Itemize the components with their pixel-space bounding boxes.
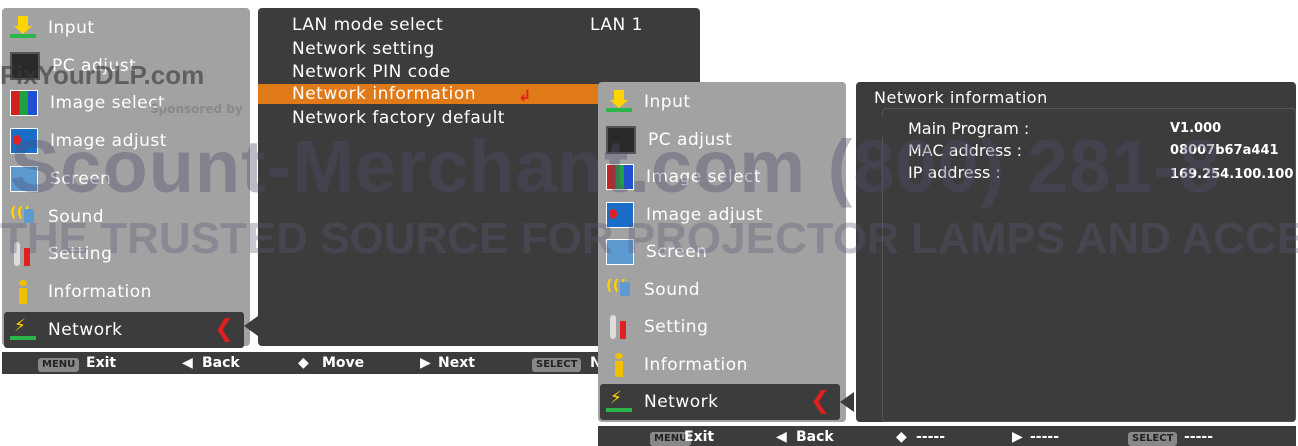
help-bar-left: MENU Exit ◀ Back ◆ Move ▶ Next SELECT N <box>2 352 602 374</box>
left-menu-item-label: Input <box>48 18 95 38</box>
submenu-item-lan-mode-select[interactable]: LAN mode select <box>292 15 443 35</box>
screen-icon <box>606 239 634 265</box>
setting-icon <box>606 315 632 339</box>
right-menu-item-setting[interactable]: Setting <box>600 309 840 345</box>
left-menu-item-label: Network <box>48 319 123 340</box>
right-menu-item-label: Image adjust <box>646 204 763 225</box>
right-menu-item-label: Setting <box>644 317 709 337</box>
left-menu-item-label: Sound <box>48 206 105 227</box>
help-back-label: Back <box>202 355 240 371</box>
info-main-program-value: V1.000 <box>1170 121 1222 136</box>
help-exit-label: Exit <box>684 429 715 445</box>
info-title: Network information <box>874 88 1048 107</box>
network-icon <box>10 316 36 342</box>
right-menu-item-information[interactable]: Information <box>600 347 840 383</box>
info-pointer <box>870 116 884 136</box>
left-menu-item-input[interactable]: Input <box>4 10 244 46</box>
left-menu-item-information[interactable]: Information <box>4 274 244 310</box>
menu-pointer <box>840 392 854 412</box>
input-icon <box>10 16 36 40</box>
submenu-item-network-pin-code[interactable]: Network PIN code <box>292 62 451 82</box>
next-arrow-icon: ▶ <box>1012 429 1023 445</box>
setting-icon <box>10 242 36 267</box>
help-next-label: ----- <box>1030 429 1060 445</box>
enter-arrow-icon: ↲ <box>518 86 532 105</box>
help-move-label: ----- <box>916 429 946 445</box>
left-menu-item-label: Setting <box>48 244 113 265</box>
left-menu-item-pc-adjust[interactable]: PC adjust <box>4 48 244 84</box>
image-adjust-icon <box>606 201 634 228</box>
information-icon <box>606 352 632 377</box>
info-ip-address-value: 169.254.100.100 <box>1170 167 1294 182</box>
left-menu-item-label: Image adjust <box>50 131 167 152</box>
right-menu-item-label: Information <box>644 354 748 375</box>
screen-icon <box>10 165 38 192</box>
selected-arrow-icon: ❮ <box>810 386 831 414</box>
right-menu-item-screen[interactable]: Screen <box>600 234 840 270</box>
submenu-pointer <box>244 316 258 336</box>
sound-icon <box>606 278 632 302</box>
right-menu-item-label: Image select <box>646 167 762 187</box>
right-menu-item-sound[interactable]: Sound <box>600 272 840 308</box>
left-menu-item-sound[interactable]: Sound <box>4 199 244 235</box>
sound-icon <box>10 205 36 229</box>
left-menu-item-screen[interactable]: Screen <box>4 161 244 197</box>
left-menu-item-label: Image select <box>50 93 166 114</box>
submenu-item-network-information[interactable]: Network information <box>292 84 476 104</box>
right-menu-item-input[interactable]: Input <box>600 84 840 120</box>
select-key-icon: SELECT <box>1128 432 1178 446</box>
right-menu-item-label: PC adjust <box>648 129 733 150</box>
right-menu-item-label: Sound <box>644 279 701 300</box>
left-menu-item-image-adjust[interactable]: Image adjust <box>4 123 244 159</box>
right-menu-item-pc-adjust[interactable]: PC adjust <box>600 122 840 158</box>
left-menu-item-label: Screen <box>50 168 112 189</box>
select-key-icon: SELECT <box>532 358 582 372</box>
submenu-item-network-factory-default[interactable]: Network factory default <box>292 108 505 128</box>
left-menu-item-label: PC adjust <box>52 55 137 76</box>
info-ip-address-label: IP address : <box>908 163 1001 182</box>
lan-mode-value: LAN 1 <box>590 15 643 35</box>
next-arrow-icon: ▶ <box>420 355 431 371</box>
help-select-label: ----- <box>1184 429 1214 445</box>
pc-adjust-icon <box>606 125 636 154</box>
information-icon <box>10 279 36 304</box>
left-menu-item-setting[interactable]: Setting <box>4 236 244 272</box>
back-arrow-icon: ◀ <box>182 355 193 371</box>
submenu-item-network-setting[interactable]: Network setting <box>292 39 435 59</box>
left-menu-item-image-select[interactable]: Image select <box>4 85 244 121</box>
help-move-label: Move <box>322 355 365 371</box>
right-menu-item-image-select[interactable]: Image select <box>600 159 840 195</box>
help-next-label: Next <box>438 355 475 371</box>
help-exit-label: Exit <box>86 355 117 371</box>
help-back-label: Back <box>796 429 834 445</box>
move-arrow-icon: ◆ <box>298 355 309 371</box>
left-menu-item-label: Information <box>48 281 152 302</box>
selected-arrow-icon: ❮ <box>214 313 235 342</box>
back-arrow-icon: ◀ <box>776 429 787 445</box>
input-icon <box>606 90 632 114</box>
network-icon <box>606 388 632 414</box>
image-select-icon <box>10 90 38 117</box>
image-select-icon <box>606 164 634 190</box>
right-menu-item-label: Input <box>644 92 691 112</box>
right-menu-item-label: Screen <box>646 242 708 262</box>
pc-adjust-icon <box>10 51 40 80</box>
info-main-program-label: Main Program : <box>908 119 1030 138</box>
move-arrow-icon: ◆ <box>896 429 907 445</box>
menu-key-icon: MENU <box>38 358 80 372</box>
help-bar-right: MENU Exit ◀ Back ◆ ----- ▶ ----- SELECT … <box>598 426 1296 446</box>
info-mac-address-value: 08007b67a441 <box>1170 143 1279 158</box>
right-menu-item-network[interactable]: Network ❮ <box>600 384 840 420</box>
info-mac-address-label: MAC address : <box>908 141 1023 160</box>
right-menu-item-image-adjust[interactable]: Image adjust <box>600 197 840 233</box>
left-menu-item-network[interactable]: Network ❮ <box>4 311 244 348</box>
right-menu-item-label: Network <box>644 392 719 412</box>
image-adjust-icon <box>10 128 38 155</box>
